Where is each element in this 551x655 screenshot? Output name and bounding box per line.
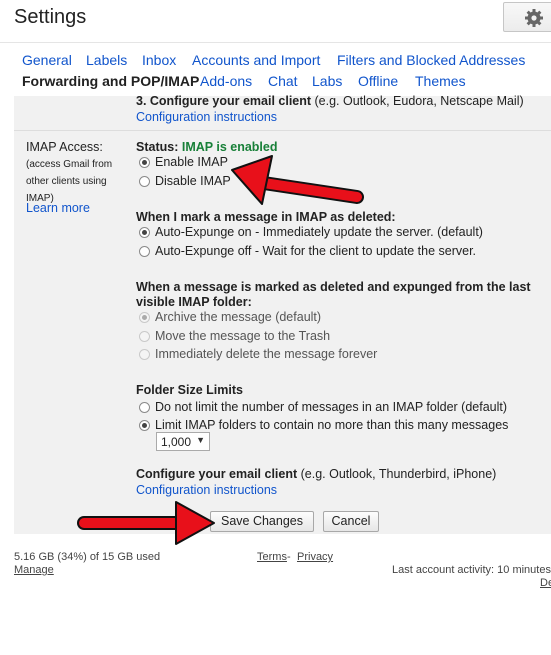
save-changes-arrow [77, 501, 215, 545]
annotation-arrows [77, 155, 364, 545]
enable-imap-arrow [231, 155, 364, 205]
